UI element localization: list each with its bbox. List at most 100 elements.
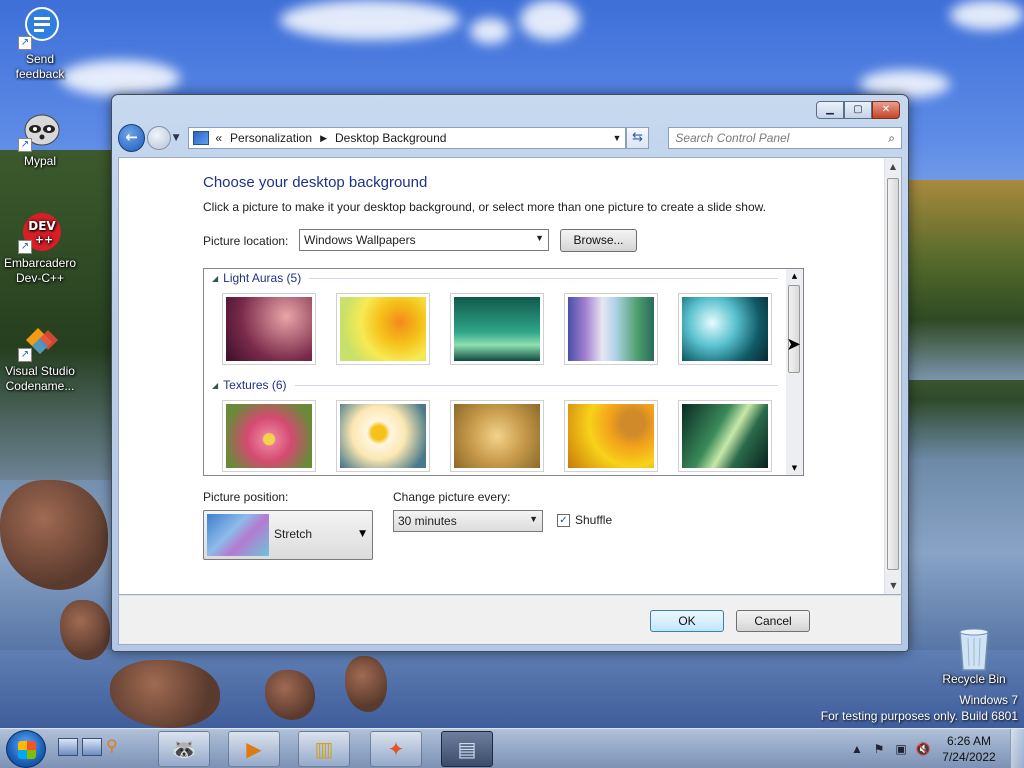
desktop-icon-send-feedback[interactable]: ↗ Send feedback [0,6,80,82]
clock-date: 7/24/2022 [942,750,996,764]
wallpaper-thumbnail[interactable] [336,400,430,472]
svg-text:DEV: DEV [28,219,56,233]
cancel-button[interactable]: Cancel [736,610,810,632]
address-bar[interactable]: « Personalization ▶ Desktop Background ▼ [188,127,626,149]
wallpaper-rock [345,656,387,712]
taskbar-mypal[interactable]: 🦝 [158,731,210,767]
group-name: Light Auras (5) [223,271,302,285]
group-header-light-auras[interactable]: ◢ Light Auras (5) [212,271,778,285]
content-scrollbar[interactable]: ▲ ▼ [884,158,901,594]
wallpaper-thumbnail[interactable] [564,400,658,472]
recent-pages-dropdown[interactable]: ▼ [173,133,185,143]
collapse-triangle-icon[interactable]: ◢ [212,274,218,283]
desktop-icon-recycle-bin[interactable]: Recycle Bin [934,626,1014,687]
collapse-triangle-icon[interactable]: ◢ [212,381,218,390]
minimize-button[interactable]: ▁ [816,101,844,119]
search-icon[interactable]: ⌕ [888,131,895,146]
desktop-icon-label: Mypal [23,154,56,168]
wallpaper-thumbnail[interactable] [450,400,544,472]
search-quicklaunch-icon[interactable]: ⚲ [106,738,126,756]
change-picture-select[interactable]: 30 minutes ▼ [393,510,543,532]
desktop-icon-mypal[interactable]: ↗ Mypal [0,108,80,169]
scroll-up-icon[interactable]: ▲ [885,158,901,175]
clock[interactable]: 6:26 AM 7/24/2022 [934,733,1004,765]
content-scroll-thumb[interactable] [887,178,899,570]
cloud [950,0,1024,30]
group-name: Textures (6) [223,378,287,392]
picture-position-label: Picture position: [203,490,289,504]
scroll-down-icon[interactable]: ▼ [786,461,803,475]
group-divider [294,384,778,386]
picture-position-select[interactable]: Stretch ▼ [203,510,373,560]
address-dropdown-icon[interactable]: ▼ [609,133,625,143]
show-hidden-icons-icon[interactable]: ▲ [849,741,865,757]
gallery-scrollbar[interactable]: ▲ ▼ [786,269,803,475]
gallery-scroll-thumb[interactable] [788,285,800,373]
forward-button[interactable] [147,126,171,150]
wallpaper-forest-left [0,150,115,480]
cloud [280,0,460,40]
raccoon-icon: 🦝 [171,737,197,761]
group-header-textures[interactable]: ◢ Textures (6) [212,378,778,392]
taskbar-media-player[interactable]: ▶ [228,731,280,767]
feedback-icon: ↗ [18,6,62,50]
scroll-down-icon[interactable]: ▼ [885,577,902,594]
wallpaper-thumbnail[interactable] [678,400,772,472]
picture-location-value: Windows Wallpapers [304,233,416,247]
shuffle-label[interactable]: Shuffle [575,513,612,527]
back-button[interactable]: ← [118,124,146,152]
wallpaper-rock [0,480,108,590]
shuffle-option[interactable]: ✓ Shuffle [557,513,612,527]
volume-muted-icon[interactable]: 🔇 [915,741,931,757]
maximize-button[interactable]: ▢ [844,101,872,119]
show-desktop-button[interactable] [1010,729,1024,768]
navigation-bar: ← ▼ « Personalization ▶ Desktop Backgrou… [118,123,903,153]
wallpaper-thumbnail[interactable] [222,400,316,472]
watermark-line-2: For testing purposes only. Build 6801 [820,709,1018,723]
wallpaper-thumbnail[interactable] [222,293,316,365]
devcpp-icon: DEV ++ ↗ [18,210,62,254]
mouse-cursor-icon: ➤ [786,334,802,355]
picture-location-select[interactable]: Windows Wallpapers ▼ [299,229,549,251]
start-button[interactable] [6,730,46,768]
taskbar-visual-studio[interactable]: ✦ [370,731,422,767]
taskbar-control-panel[interactable]: ▤ [441,731,493,767]
ok-button[interactable]: OK [650,610,724,632]
search-input[interactable]: Search Control Panel ⌕ [668,127,903,149]
breadcrumb-separator-icon[interactable]: ▶ [320,133,327,144]
refresh-button[interactable]: ⇆ [625,127,650,149]
notification-area: ▲ ⚑ ▣ 🔇 6:26 AM 7/24/2022 [846,729,1024,768]
wallpaper-thumbnail[interactable] [450,293,544,365]
wallpaper-forest-right [908,180,1024,380]
network-icon[interactable]: ▣ [893,741,909,757]
chevron-double-left-icon[interactable]: « [215,131,222,145]
breadcrumb-personalization[interactable]: Personalization [230,131,312,145]
cloud [520,0,580,40]
thumbnail-row [222,293,772,365]
wallpaper-thumbnail[interactable] [678,293,772,365]
switch-windows-quicklaunch-icon[interactable] [82,738,102,756]
desktop-icon-label: Embarcadero Dev-C++ [3,256,77,285]
action-center-icon[interactable]: ⚑ [871,741,887,757]
desktop-icon-visual-studio[interactable]: ↗ Visual Studio Codename... [0,318,80,394]
shuffle-checkbox[interactable]: ✓ [557,513,570,527]
scroll-up-icon[interactable]: ▲ [786,269,803,283]
taskbar-library[interactable]: ▥ [298,731,350,767]
browse-button[interactable]: Browse... [560,229,637,252]
desktop-icon-label: Recycle Bin [942,672,1006,686]
change-picture-value: 30 minutes [398,514,457,528]
thumbnail-row [222,400,772,472]
wallpaper-thumbnail[interactable] [336,293,430,365]
wallpaper-gallery: ◢ Light Auras (5) ◢ Textures (6) ▲ ▼ [203,268,804,476]
visual-studio-icon: ↗ [18,318,62,362]
library-icon: ▥ [314,737,334,761]
wallpaper-thumbnail[interactable] [564,293,658,365]
change-picture-label: Change picture every: [393,490,511,504]
chevron-down-icon: ▼ [535,233,544,243]
raccoon-icon: ↗ [18,108,62,152]
desktop-icon-dev-cpp[interactable]: DEV ++ ↗ Embarcadero Dev-C++ [0,210,80,286]
breadcrumb-desktop-background[interactable]: Desktop Background [335,131,446,145]
close-button[interactable]: ✕ [872,101,900,119]
desktop-icon-label: Send feedback [15,52,65,81]
show-desktop-quicklaunch-icon[interactable] [58,738,78,756]
